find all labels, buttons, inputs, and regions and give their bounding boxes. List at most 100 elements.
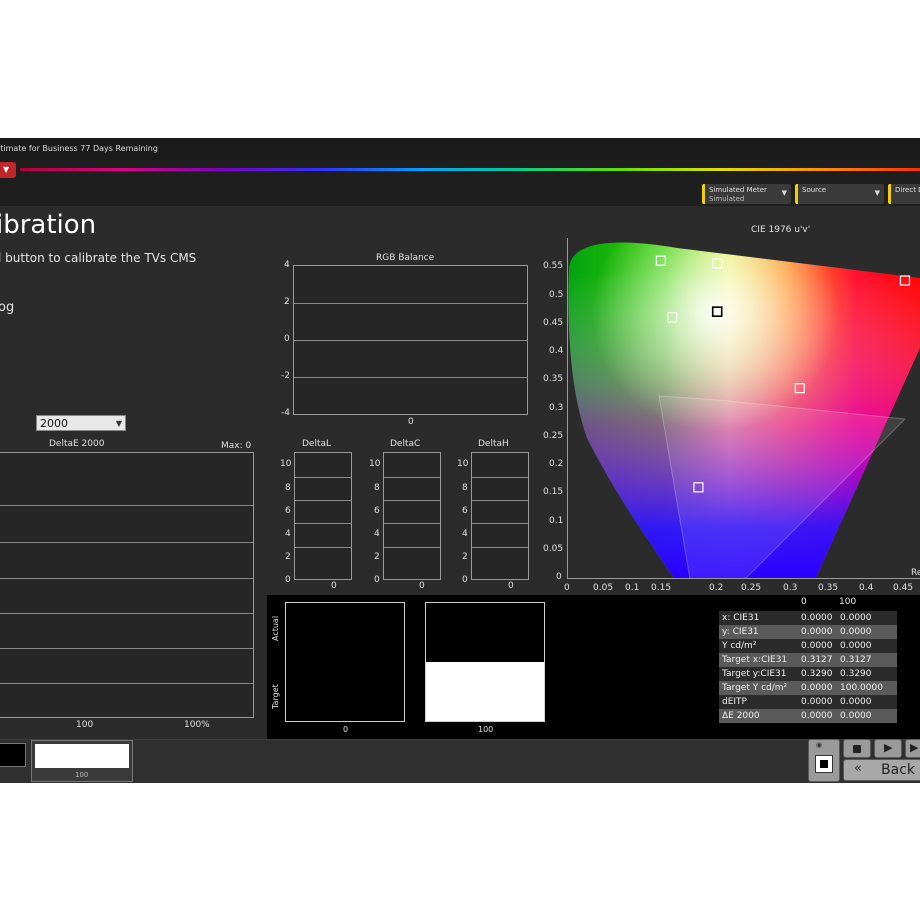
window-title: ltimate for Business 77 Days Remaining: [0, 144, 158, 153]
deltal-chart: [294, 452, 352, 580]
table-row: y: CIE31 0.0000 0.0000: [719, 625, 897, 639]
y-tick: 0.05: [543, 544, 564, 554]
y-tick: 2: [285, 552, 291, 562]
x-tick: 0: [564, 583, 570, 593]
y-tick: 10: [457, 459, 469, 469]
deltah-title: DeltaH: [478, 439, 509, 449]
next-button[interactable]: ▶: [905, 739, 920, 758]
gridline: [295, 523, 351, 524]
cie-x-axis: [567, 578, 920, 579]
swatch-100-caption: 100: [478, 725, 494, 734]
color-swatch-panel: Actual Target 0 100: [267, 595, 709, 739]
patch-100-label: 100: [75, 771, 89, 779]
y-tick: 0.3: [549, 403, 564, 413]
cie-chart-title: CIE 1976 u'v': [751, 225, 811, 235]
actual-label: Actual: [271, 615, 280, 641]
x-tick: 0.05: [593, 583, 614, 593]
gridline: [384, 523, 440, 524]
x-tick: 0.15: [651, 583, 672, 593]
swatch-100: [425, 602, 545, 722]
swatch-0-caption: 0: [343, 725, 349, 734]
rgb-balance-title: RGB Balance: [376, 253, 435, 263]
deltah-chart: [471, 452, 529, 580]
y-tick: 10: [280, 459, 292, 469]
gridline: [0, 505, 253, 506]
direct-display-dropdown[interactable]: Direct D: [888, 184, 920, 204]
gridline: [294, 377, 527, 378]
table-header: 0 100: [719, 595, 897, 609]
y-tick: 0: [374, 575, 380, 585]
source-dropdown[interactable]: Source ▼: [795, 184, 884, 204]
gridline: [472, 500, 528, 501]
y-tick: 0.2: [549, 459, 564, 469]
deltae-title: DeltaE 2000: [49, 439, 105, 449]
skip-icon: ▶: [910, 741, 919, 754]
gridline: [384, 477, 440, 478]
chevron-down-icon: ▼: [3, 165, 10, 174]
target-label: Target: [271, 684, 280, 709]
deltal-title: DeltaL: [302, 439, 332, 449]
cie-diagram: [568, 242, 920, 578]
meter-dropdown[interactable]: Simulated Meter Simulated ▼: [702, 184, 791, 204]
bottom-bar: 100: [0, 739, 920, 783]
x-tick: 0.1: [625, 583, 640, 593]
record-button[interactable]: ◉: [808, 739, 840, 782]
x-tick: 0: [419, 581, 425, 591]
deltae-formula-select[interactable]: 2000 ▼: [36, 415, 126, 431]
x-tick: 0.2: [709, 583, 724, 593]
y-tick: 0: [284, 334, 290, 344]
y-tick: 0.4: [549, 346, 564, 356]
patch-100-thumbnail[interactable]: 100: [31, 740, 133, 782]
column-header: 0: [801, 597, 807, 607]
chevron-down-icon: ▼: [874, 189, 880, 197]
gridline: [295, 547, 351, 548]
x-tick: 0.25: [741, 583, 762, 593]
meter-dropdown-label: Simulated Meter: [709, 186, 767, 194]
y-tick: 2: [284, 297, 290, 307]
play-button[interactable]: ▶: [874, 739, 902, 758]
deltae-max: Max: 0: [221, 441, 252, 451]
patch-0-thumbnail[interactable]: [0, 743, 26, 767]
gridline: [0, 578, 253, 579]
y-tick: 2: [462, 552, 468, 562]
double-chevron-left-icon: «: [854, 761, 862, 776]
y-tick: 8: [374, 483, 380, 493]
x-tick: 0: [331, 581, 337, 591]
y-tick: 0.1: [549, 516, 564, 526]
stop-icon: [853, 745, 861, 753]
table-row: ΔE 2000 0.0000 0.0000: [719, 709, 897, 723]
gridline: [295, 500, 351, 501]
table-row: Target y:CIE31 0.3290 0.3290: [719, 667, 897, 681]
table-row: dEITP 0.0000 0.0000: [719, 695, 897, 709]
calibration-app: ltimate for Business 77 Days Remaining ▼…: [0, 138, 920, 783]
page-title: ibration: [0, 210, 97, 240]
y-tick: 2: [374, 552, 380, 562]
measurement-table: 0 100 x: CIE31 0.0000 0.0000 y: CIE31 0.…: [709, 595, 920, 739]
direct-display-label: Direct D: [895, 186, 920, 194]
table-row: x: CIE31 0.0000 0.0000: [719, 611, 897, 625]
back-button[interactable]: « Back: [843, 759, 920, 781]
y-tick: 6: [374, 506, 380, 516]
gridline: [0, 648, 253, 649]
gridline: [294, 303, 527, 304]
x-tick: 0.35: [818, 583, 839, 593]
workflow-progress-bar: [20, 168, 920, 171]
stop-button[interactable]: [843, 739, 871, 758]
y-tick: 4: [285, 529, 291, 539]
main-menu-button[interactable]: ▼: [0, 162, 16, 178]
y-tick: 8: [462, 483, 468, 493]
x-tick: 0.45: [893, 583, 914, 593]
deltae-chart: [0, 452, 254, 718]
gridline: [295, 477, 351, 478]
y-tick: 4: [374, 529, 380, 539]
y-tick: 0: [462, 575, 468, 585]
y-tick: 8: [285, 483, 291, 493]
y-tick: 0: [556, 572, 562, 582]
section-label: og: [0, 300, 15, 315]
x-tick: 100: [76, 720, 94, 730]
gridline: [0, 683, 253, 684]
gridline: [294, 340, 527, 341]
gridline: [0, 542, 253, 543]
y-tick: 10: [369, 459, 381, 469]
x-tick: 0.3: [783, 583, 798, 593]
